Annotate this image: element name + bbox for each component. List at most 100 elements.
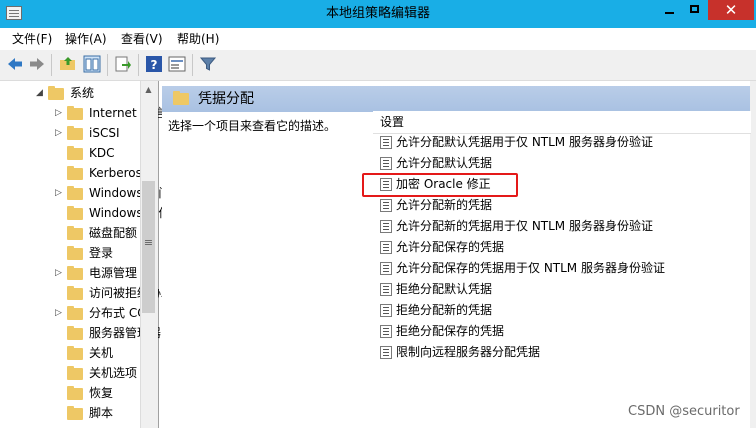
folder-icon — [67, 226, 83, 240]
menu-help[interactable]: 帮助(H) — [177, 28, 219, 50]
expand-arrow-icon[interactable]: ▷ — [55, 183, 62, 203]
folder-icon — [67, 166, 83, 180]
highlight-box — [362, 173, 518, 197]
maximize-icon — [690, 5, 699, 13]
help-icon[interactable]: ? — [145, 55, 163, 73]
expand-arrow-icon[interactable]: ▷ — [55, 103, 62, 123]
setting-label: 允许分配默认凭据用于仅 NTLM 服务器身份验证 — [396, 135, 653, 149]
folder-icon — [67, 386, 83, 400]
setting-label: 拒绝分配保存的凭据 — [396, 324, 505, 338]
folder-icon — [67, 326, 83, 340]
tree-item-label: 电源管理 — [89, 266, 138, 280]
tree-item-label: 脚本 — [89, 406, 114, 420]
setting-label: 限制向远程服务器分配凭据 — [396, 345, 541, 359]
setting-label: 拒绝分配默认凭据 — [396, 282, 493, 296]
description-text: 选择一个项目来查看它的描述。 — [168, 119, 337, 133]
tree-item-label: 系统 — [70, 86, 95, 100]
toolbar-separator — [192, 54, 193, 76]
maximize-button[interactable] — [682, 0, 708, 20]
tree-item-label: iSCSI — [89, 126, 120, 140]
tree-item[interactable]: 关机 — [0, 343, 140, 363]
policy-setting-icon — [380, 346, 392, 359]
tree-item[interactable]: 服务器管理器 — [0, 323, 161, 343]
setting-label: 允许分配新的凭据 — [396, 198, 493, 212]
tree-item-label: KDC — [89, 146, 115, 160]
tree-item[interactable]: ▷Windows 时间服务 — [0, 183, 194, 203]
tree-item[interactable]: 关机选项 — [0, 363, 140, 383]
folder-icon — [173, 91, 189, 105]
tree-item-label: 关机选项 — [89, 366, 138, 380]
window-title: 本地组策略编辑器 — [325, 6, 430, 21]
tree-item-label: 磁盘配额 — [89, 226, 138, 240]
folder-icon — [67, 246, 83, 260]
menu-file[interactable]: 文件(F) — [12, 28, 52, 50]
menu-bar — [0, 28, 756, 50]
tree-item[interactable]: 脚本 — [0, 403, 140, 423]
tree-item[interactable]: ◢ 系统 — [0, 83, 140, 103]
filter-icon[interactable] — [199, 55, 217, 73]
policy-setting-icon — [380, 220, 392, 233]
policy-setting-icon — [380, 157, 392, 170]
folder-icon — [67, 106, 83, 120]
folder-icon — [67, 366, 83, 380]
expand-arrow-icon[interactable]: ▷ — [55, 123, 62, 143]
collapse-arrow-icon[interactable]: ◢ — [36, 83, 43, 103]
export-list-icon[interactable] — [114, 55, 132, 73]
tree-item[interactable]: 访问被拒绝协助 — [0, 283, 173, 303]
tree-item[interactable]: 磁盘配额 — [0, 223, 140, 243]
tree-item[interactable]: ▷ 分布式 COM — [0, 303, 157, 323]
setting-label: 允许分配新的凭据用于仅 NTLM 服务器身份验证 — [396, 219, 653, 233]
policy-setting-icon — [380, 136, 392, 149]
close-button[interactable]: ✕ — [708, 0, 754, 20]
setting-label: 允许分配默认凭据 — [396, 156, 493, 170]
scroll-up-arrow-icon[interactable]: ▲ — [140, 83, 157, 97]
tree-item[interactable]: 恢复 — [0, 383, 140, 403]
folder-icon — [67, 406, 83, 420]
minimize-button[interactable] — [656, 0, 682, 20]
expand-arrow-icon[interactable]: ▷ — [55, 263, 62, 283]
properties-icon[interactable] — [168, 55, 186, 73]
toolbar-separator — [51, 54, 52, 76]
back-arrow-icon[interactable] — [6, 55, 24, 73]
tree-item-label: 访问被拒绝协助 — [89, 286, 174, 300]
policy-setting-icon — [380, 199, 392, 212]
tree-item[interactable]: ▷ Internet 通信管理 — [0, 103, 188, 123]
toolbar-separator — [138, 54, 139, 76]
tree-item[interactable]: KDC — [0, 143, 140, 163]
close-icon: ✕ — [724, 1, 738, 19]
up-folder-icon[interactable] — [59, 55, 77, 73]
folder-icon — [67, 206, 83, 220]
tree-item[interactable]: 登录 — [0, 243, 140, 263]
section-title: 凭据分配 — [198, 91, 254, 107]
minimize-icon — [665, 12, 674, 14]
tree-item[interactable]: Kerberos — [0, 163, 142, 183]
policy-setting-icon — [380, 304, 392, 317]
setting-label: 允许分配保存的凭据 — [396, 240, 505, 254]
policy-setting-icon — [380, 241, 392, 254]
svg-text:?: ? — [151, 58, 158, 72]
watermark: CSDN @securitor — [628, 404, 740, 419]
scroll-grip-icon: ≡ — [143, 236, 154, 249]
tree-item[interactable]: ▷ 电源管理 — [0, 263, 140, 283]
folder-icon — [67, 306, 83, 320]
column-header[interactable] — [373, 111, 751, 134]
menu-action[interactable]: 操作(A) — [65, 28, 107, 50]
folder-icon — [48, 86, 64, 100]
expand-arrow-icon[interactable]: ▷ — [55, 303, 62, 323]
show-hide-tree-icon[interactable] — [83, 55, 101, 73]
setting-label: 允许分配保存的凭据用于仅 NTLM 服务器身份验证 — [396, 261, 665, 275]
tree-item[interactable]: ▷ iSCSI — [0, 123, 140, 143]
folder-icon — [67, 186, 83, 200]
column-header-label: 设置 — [380, 115, 405, 129]
setting-label: 拒绝分配新的凭据 — [396, 303, 493, 317]
policy-setting-icon — [380, 262, 392, 275]
tree-item[interactable]: Windows 文件保护 — [0, 203, 194, 223]
menu-view[interactable]: 查看(V) — [121, 28, 163, 50]
toolbar-separator — [107, 54, 108, 76]
tree-item-label: Kerberos — [89, 166, 142, 180]
forward-arrow-icon[interactable] — [28, 55, 46, 73]
tree-item-label: 关机 — [89, 346, 114, 360]
tree-item-label: 登录 — [89, 246, 114, 260]
folder-icon — [67, 126, 83, 140]
folder-icon — [67, 266, 83, 280]
